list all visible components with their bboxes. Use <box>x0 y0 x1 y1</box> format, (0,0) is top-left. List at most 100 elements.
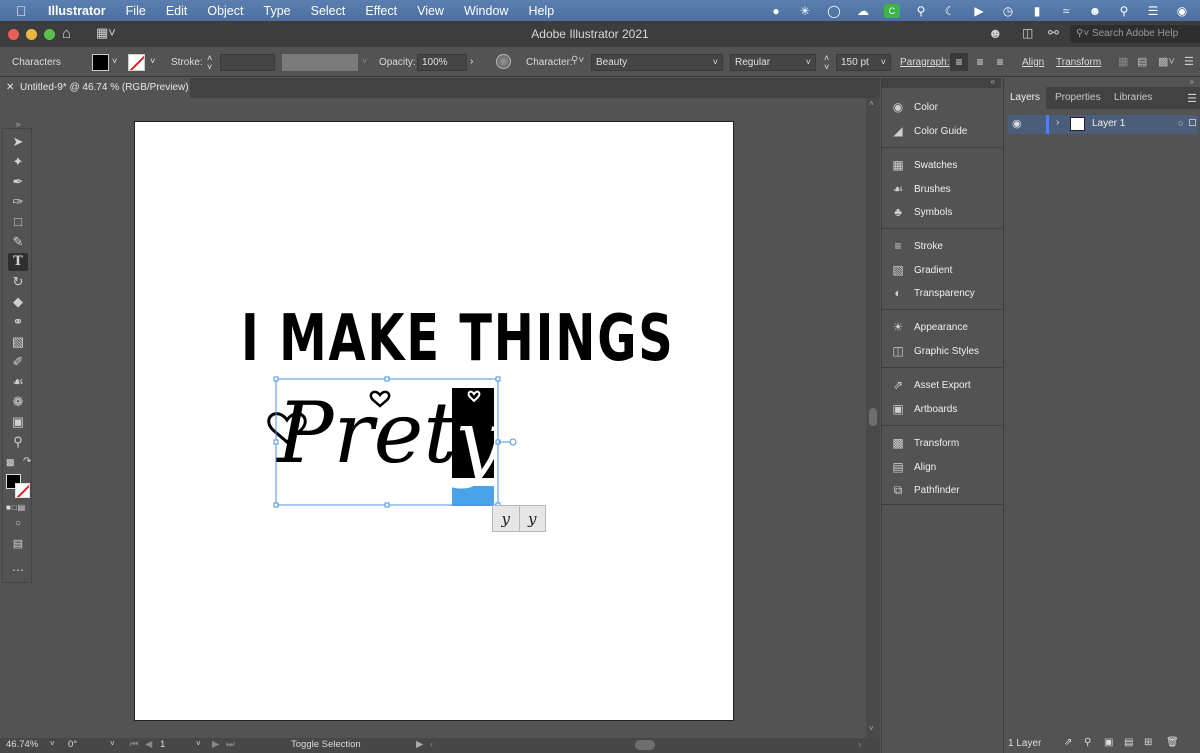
artboard-number-field[interactable]: 1 <box>160 739 165 750</box>
headline-text[interactable]: I MAKE THINGS <box>241 301 675 376</box>
arrange-documents-icon[interactable]: ◫ <box>1022 26 1033 40</box>
control-bar-menu-icon[interactable]: ☰ <box>1184 55 1194 68</box>
zoom-dropdown-icon[interactable]: ˅ <box>50 739 55 748</box>
dock-item-appearance[interactable]: ☀ Appearance <box>882 315 1002 339</box>
dock-item-align[interactable]: ▤ Align <box>882 455 1002 479</box>
tab-properties[interactable]: Properties <box>1049 87 1107 109</box>
dock-item-color[interactable]: ◉ Color <box>882 95 1002 119</box>
arrange-icon[interactable]: ▩˅ <box>1158 55 1175 68</box>
align-right-icon[interactable]: ≡ <box>992 53 1008 71</box>
isolate-icon[interactable]: ▦ <box>1118 55 1128 68</box>
gradient-tool-icon[interactable]: ▧ <box>8 333 28 351</box>
stroke-indicator[interactable] <box>15 483 30 498</box>
dock-item-asset-export[interactable]: ⇗ Asset Export <box>882 373 1002 397</box>
spotlight-icon[interactable]: ⚲ <box>1116 4 1132 18</box>
curvature-tool-icon[interactable]: ✑ <box>8 193 28 211</box>
control-center-icon[interactable]: ☰ <box>1145 4 1161 18</box>
clipping-mask-icon[interactable]: ▣ <box>1104 737 1113 748</box>
menu-object[interactable]: Object <box>207 4 243 18</box>
clock-icon[interactable]: ◷ <box>1000 4 1016 18</box>
stroke-dropdown-icon[interactable]: ˅ <box>150 56 155 66</box>
new-sublayer-icon[interactable]: ▤ <box>1124 737 1133 748</box>
rotate-tool-icon[interactable]: ↻ <box>8 273 28 291</box>
dock-item-graphic-styles[interactable]: ◫ Graphic Styles <box>882 339 1002 363</box>
menu-type[interactable]: Type <box>264 4 291 18</box>
delete-layer-icon[interactable]: 🗑 <box>1166 737 1179 748</box>
tab-layers[interactable]: Layers <box>1004 87 1047 109</box>
swap-colors-icon[interactable]: ↷ <box>23 456 31 467</box>
default-colors-icon[interactable]: ▩ <box>6 457 15 468</box>
warp-tool-icon[interactable]: ⚭ <box>8 313 28 331</box>
magic-wand-tool-icon[interactable]: ✦ <box>8 153 28 171</box>
creative-cloud-icon[interactable]: ☁ <box>855 4 871 18</box>
new-layer-icon[interactable]: ⊞ <box>1144 737 1152 748</box>
sync-icon[interactable]: ◯ <box>826 4 842 18</box>
play-icon[interactable]: ▶ <box>971 4 987 18</box>
first-artboard-icon[interactable]: ⏮ <box>130 739 139 750</box>
text-port-handle[interactable] <box>509 438 517 446</box>
vertical-scrollbar[interactable]: ˄ ˅ <box>866 98 880 738</box>
artboard-dropdown-icon[interactable]: ˅ <box>196 739 201 748</box>
opacity-expand-icon[interactable]: › <box>470 56 473 67</box>
magnifier-icon[interactable]: ⚲ <box>913 4 929 18</box>
eraser-tool-icon[interactable]: ◆ <box>8 293 28 311</box>
user-icon[interactable]: ☻ <box>1087 4 1103 18</box>
type-tool-icon[interactable]: T <box>8 253 28 271</box>
status-menu-icon[interactable]: ▶ <box>416 739 423 750</box>
pen-tool-icon[interactable]: ✒ <box>8 173 28 191</box>
glyph-alternate-1[interactable]: y <box>493 506 520 531</box>
selection-indicator[interactable] <box>1189 119 1196 126</box>
gear-icon[interactable]: ✳ <box>797 4 813 18</box>
hscroll-right-icon[interactable]: › <box>858 739 861 750</box>
wifi-icon[interactable]: ≈ <box>1058 4 1074 18</box>
fill-dropdown-icon[interactable]: ˅ <box>112 56 117 66</box>
export-layer-icon[interactable]: ⇗ <box>1064 737 1072 748</box>
next-artboard-icon[interactable]: ▶ <box>212 739 219 750</box>
profile-dropdown-icon[interactable]: ˅ <box>362 56 367 66</box>
artboard-tool-icon[interactable]: ▣ <box>8 413 28 431</box>
dock-item-stroke[interactable]: ≡ Stroke <box>882 234 1002 258</box>
paragraph-label[interactable]: Paragraph: <box>900 57 949 68</box>
font-family-field[interactable]: Beauty ˅ <box>591 54 723 71</box>
canva-icon[interactable]: C <box>884 3 900 18</box>
rectangle-tool-icon[interactable]: □ <box>8 213 28 231</box>
close-tab-icon[interactable]: ✕ <box>6 78 14 98</box>
selection-tool-icon[interactable]: ➤ <box>8 133 28 151</box>
variable-width-profile[interactable] <box>282 54 358 71</box>
menu-window[interactable]: Window <box>464 4 508 18</box>
align-center-icon[interactable]: ≡ <box>972 53 988 71</box>
hscroll-left-icon[interactable]: ‹ <box>430 739 433 750</box>
dock-item-symbols[interactable]: ♣ Symbols <box>882 200 1002 224</box>
previous-artboard-icon[interactable]: ◀ <box>145 739 152 750</box>
scroll-up-icon[interactable]: ˄ <box>869 99 874 108</box>
moon-icon[interactable]: ☾ <box>942 4 958 18</box>
stroke-weight-field[interactable] <box>220 54 275 71</box>
glyph-alternate-2[interactable]: y <box>520 506 546 531</box>
recolor-artwork-icon[interactable] <box>496 54 511 69</box>
camera-icon[interactable]: ● <box>768 4 784 18</box>
search-adobe-help-input[interactable]: ⚲˅ Search Adobe Help <box>1070 25 1200 43</box>
visibility-eye-icon[interactable]: ◉ <box>1012 117 1022 130</box>
dock-collapse-icon[interactable]: « <box>991 77 995 86</box>
scroll-down-icon[interactable]: ˅ <box>869 724 874 733</box>
menu-effect[interactable]: Effect <box>365 4 397 18</box>
dock-item-gradient[interactable]: ▧ Gradient <box>882 258 1002 282</box>
align-label[interactable]: Align <box>1022 57 1044 68</box>
stroke-color-swatch[interactable] <box>128 54 145 71</box>
font-size-field[interactable]: 150 pt ˅ <box>836 54 891 71</box>
toolbar-collapse-icon[interactable]: » <box>8 115 28 133</box>
target-circle-icon[interactable]: ○ <box>1178 118 1183 128</box>
dock-item-artboards[interactable]: ▣ Artboards <box>882 397 1002 421</box>
zoom-tool-icon[interactable]: ⚲ <box>8 433 28 451</box>
zoom-level-field[interactable]: 46.74% <box>6 739 38 750</box>
expand-layer-icon[interactable]: › <box>1056 117 1059 128</box>
dock-item-swatches[interactable]: ▦ Swatches <box>882 153 1002 177</box>
artboard[interactable]: I MAKE THINGS Prett y y y <box>134 121 734 721</box>
font-search-icon[interactable]: ⚲˅ <box>571 55 584 66</box>
menu-edit[interactable]: Edit <box>166 4 188 18</box>
share-user-icon[interactable]: ☻ <box>988 25 1003 41</box>
tab-libraries[interactable]: Libraries <box>1108 87 1158 109</box>
last-artboard-icon[interactable]: ⏭ <box>226 739 235 750</box>
rotation-dropdown-icon[interactable]: ˅ <box>110 739 115 748</box>
dock-item-transform[interactable]: ▩ Transform <box>882 431 1002 455</box>
